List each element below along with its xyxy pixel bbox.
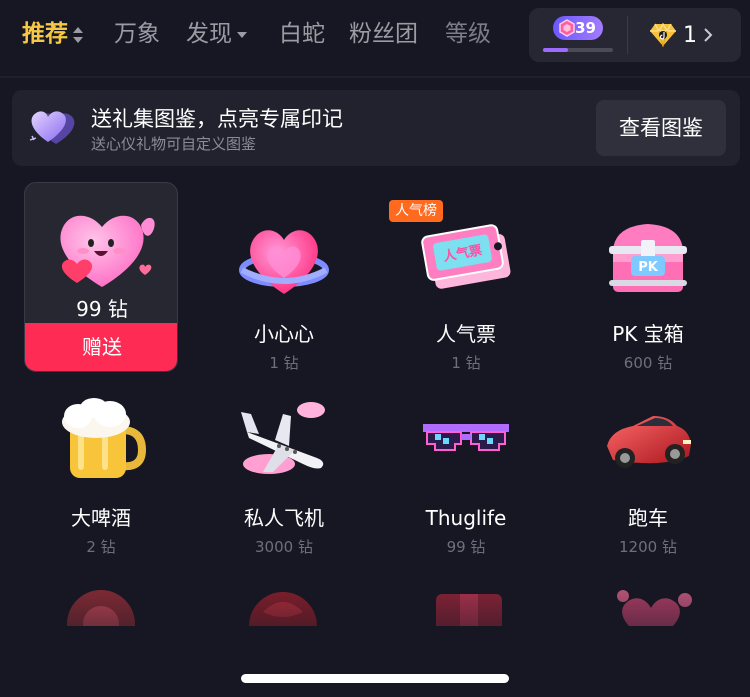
gift-name: PK 宝箱: [612, 322, 684, 346]
gift-card-selected[interactable]: 99 钻 赠送: [24, 182, 178, 372]
tab-label: 粉丝团: [349, 21, 418, 47]
gift-name: 人气票: [436, 322, 496, 346]
gift-price: 1200 钻: [619, 538, 677, 556]
gift-card[interactable]: 跑车 1200 钻: [571, 372, 725, 562]
wallet-panel: 39 1: [529, 8, 741, 62]
tab-fan-club[interactable]: 粉丝团: [349, 18, 418, 50]
sort-arrows-icon: [73, 26, 83, 43]
small-heart-icon: [239, 230, 329, 294]
private-jet-icon: [241, 402, 325, 474]
gift-card[interactable]: 人气票 人气票 1 钻: [389, 188, 543, 378]
gift-price: 600 钻: [623, 354, 673, 372]
diamond-icon: [650, 23, 676, 47]
gift-name: 小心心: [254, 322, 314, 346]
diamond-balance[interactable]: 1: [649, 20, 713, 50]
chevron-down-icon: [237, 31, 247, 38]
tab-discover[interactable]: 发现: [186, 18, 248, 50]
gift-name: Thuglife: [425, 506, 507, 530]
level-number: 39: [575, 19, 596, 37]
level-progress-bar: [543, 48, 613, 52]
purple-hearts-icon: [29, 111, 75, 144]
gift-card[interactable]: Thuglife 99 钻: [389, 372, 543, 562]
tab-label: 万象: [114, 21, 160, 47]
gift-collection-banner[interactable]: 送礼集图鉴，点亮专属印记 送心仪礼物可自定义图鉴 查看图鉴: [12, 90, 740, 166]
tab-wanxiang[interactable]: 万象: [114, 18, 160, 50]
chevron-right-icon: [704, 28, 713, 42]
home-indicator[interactable]: [241, 674, 509, 683]
pixel-sunglasses-icon: [423, 424, 509, 451]
tab-label: 白蛇: [279, 21, 325, 47]
gift-card[interactable]: 小心心 1 钻: [207, 188, 361, 378]
diamond-count: 1: [683, 22, 697, 48]
gift-price: 99 钻: [76, 297, 128, 321]
svg-text:PK: PK: [638, 260, 659, 275]
gift-name: 大啤酒: [71, 506, 131, 530]
tabs-divider: [0, 76, 750, 78]
pink-heart-mascot-icon: [60, 215, 155, 287]
wallet-divider: [627, 16, 628, 54]
gift-price: 99 钻: [446, 538, 486, 556]
gift-card[interactable]: PK PK 宝箱 600 钻: [571, 188, 725, 378]
gift-price: 1 钻: [269, 354, 299, 372]
view-collection-button[interactable]: 查看图鉴: [596, 100, 726, 156]
tab-label: 推荐: [22, 21, 68, 47]
gift-category-tabs: 推荐 万象 发现 白蛇 粉丝团 等级 39 1: [0, 0, 750, 72]
gift-price: 2 钻: [86, 538, 116, 556]
level-progress-fill: [543, 48, 568, 52]
beer-mug-icon: [62, 398, 146, 478]
pk-chest-icon: PK: [609, 224, 687, 292]
popularity-ticket-icon: 人气票: [421, 224, 511, 289]
send-gift-button[interactable]: 赠送: [25, 323, 177, 371]
tab-recommended[interactable]: 推荐: [22, 18, 84, 50]
banner-subtitle: 送心仪礼物可自定义图鉴: [91, 135, 257, 153]
tab-level[interactable]: 等级: [445, 18, 491, 50]
scroll-fade-overlay: [0, 578, 750, 638]
level-pill: 39: [553, 16, 603, 40]
gift-name: 私人飞机: [244, 506, 324, 530]
gift-price: 3000 钻: [255, 538, 313, 556]
gift-name: 跑车: [628, 506, 668, 530]
tab-white-snake[interactable]: 白蛇: [279, 18, 325, 50]
gift-price: 1 钻: [451, 354, 481, 372]
banner-title: 送礼集图鉴，点亮专属印记: [91, 107, 343, 131]
tab-label: 等级: [445, 21, 491, 47]
tab-label: 发现: [186, 21, 232, 47]
gift-card[interactable]: 大啤酒 2 钻: [24, 372, 178, 562]
sports-car-icon: [607, 416, 691, 468]
level-gem-icon: [559, 19, 575, 37]
gift-card[interactable]: 私人飞机 3000 钻: [207, 372, 361, 562]
